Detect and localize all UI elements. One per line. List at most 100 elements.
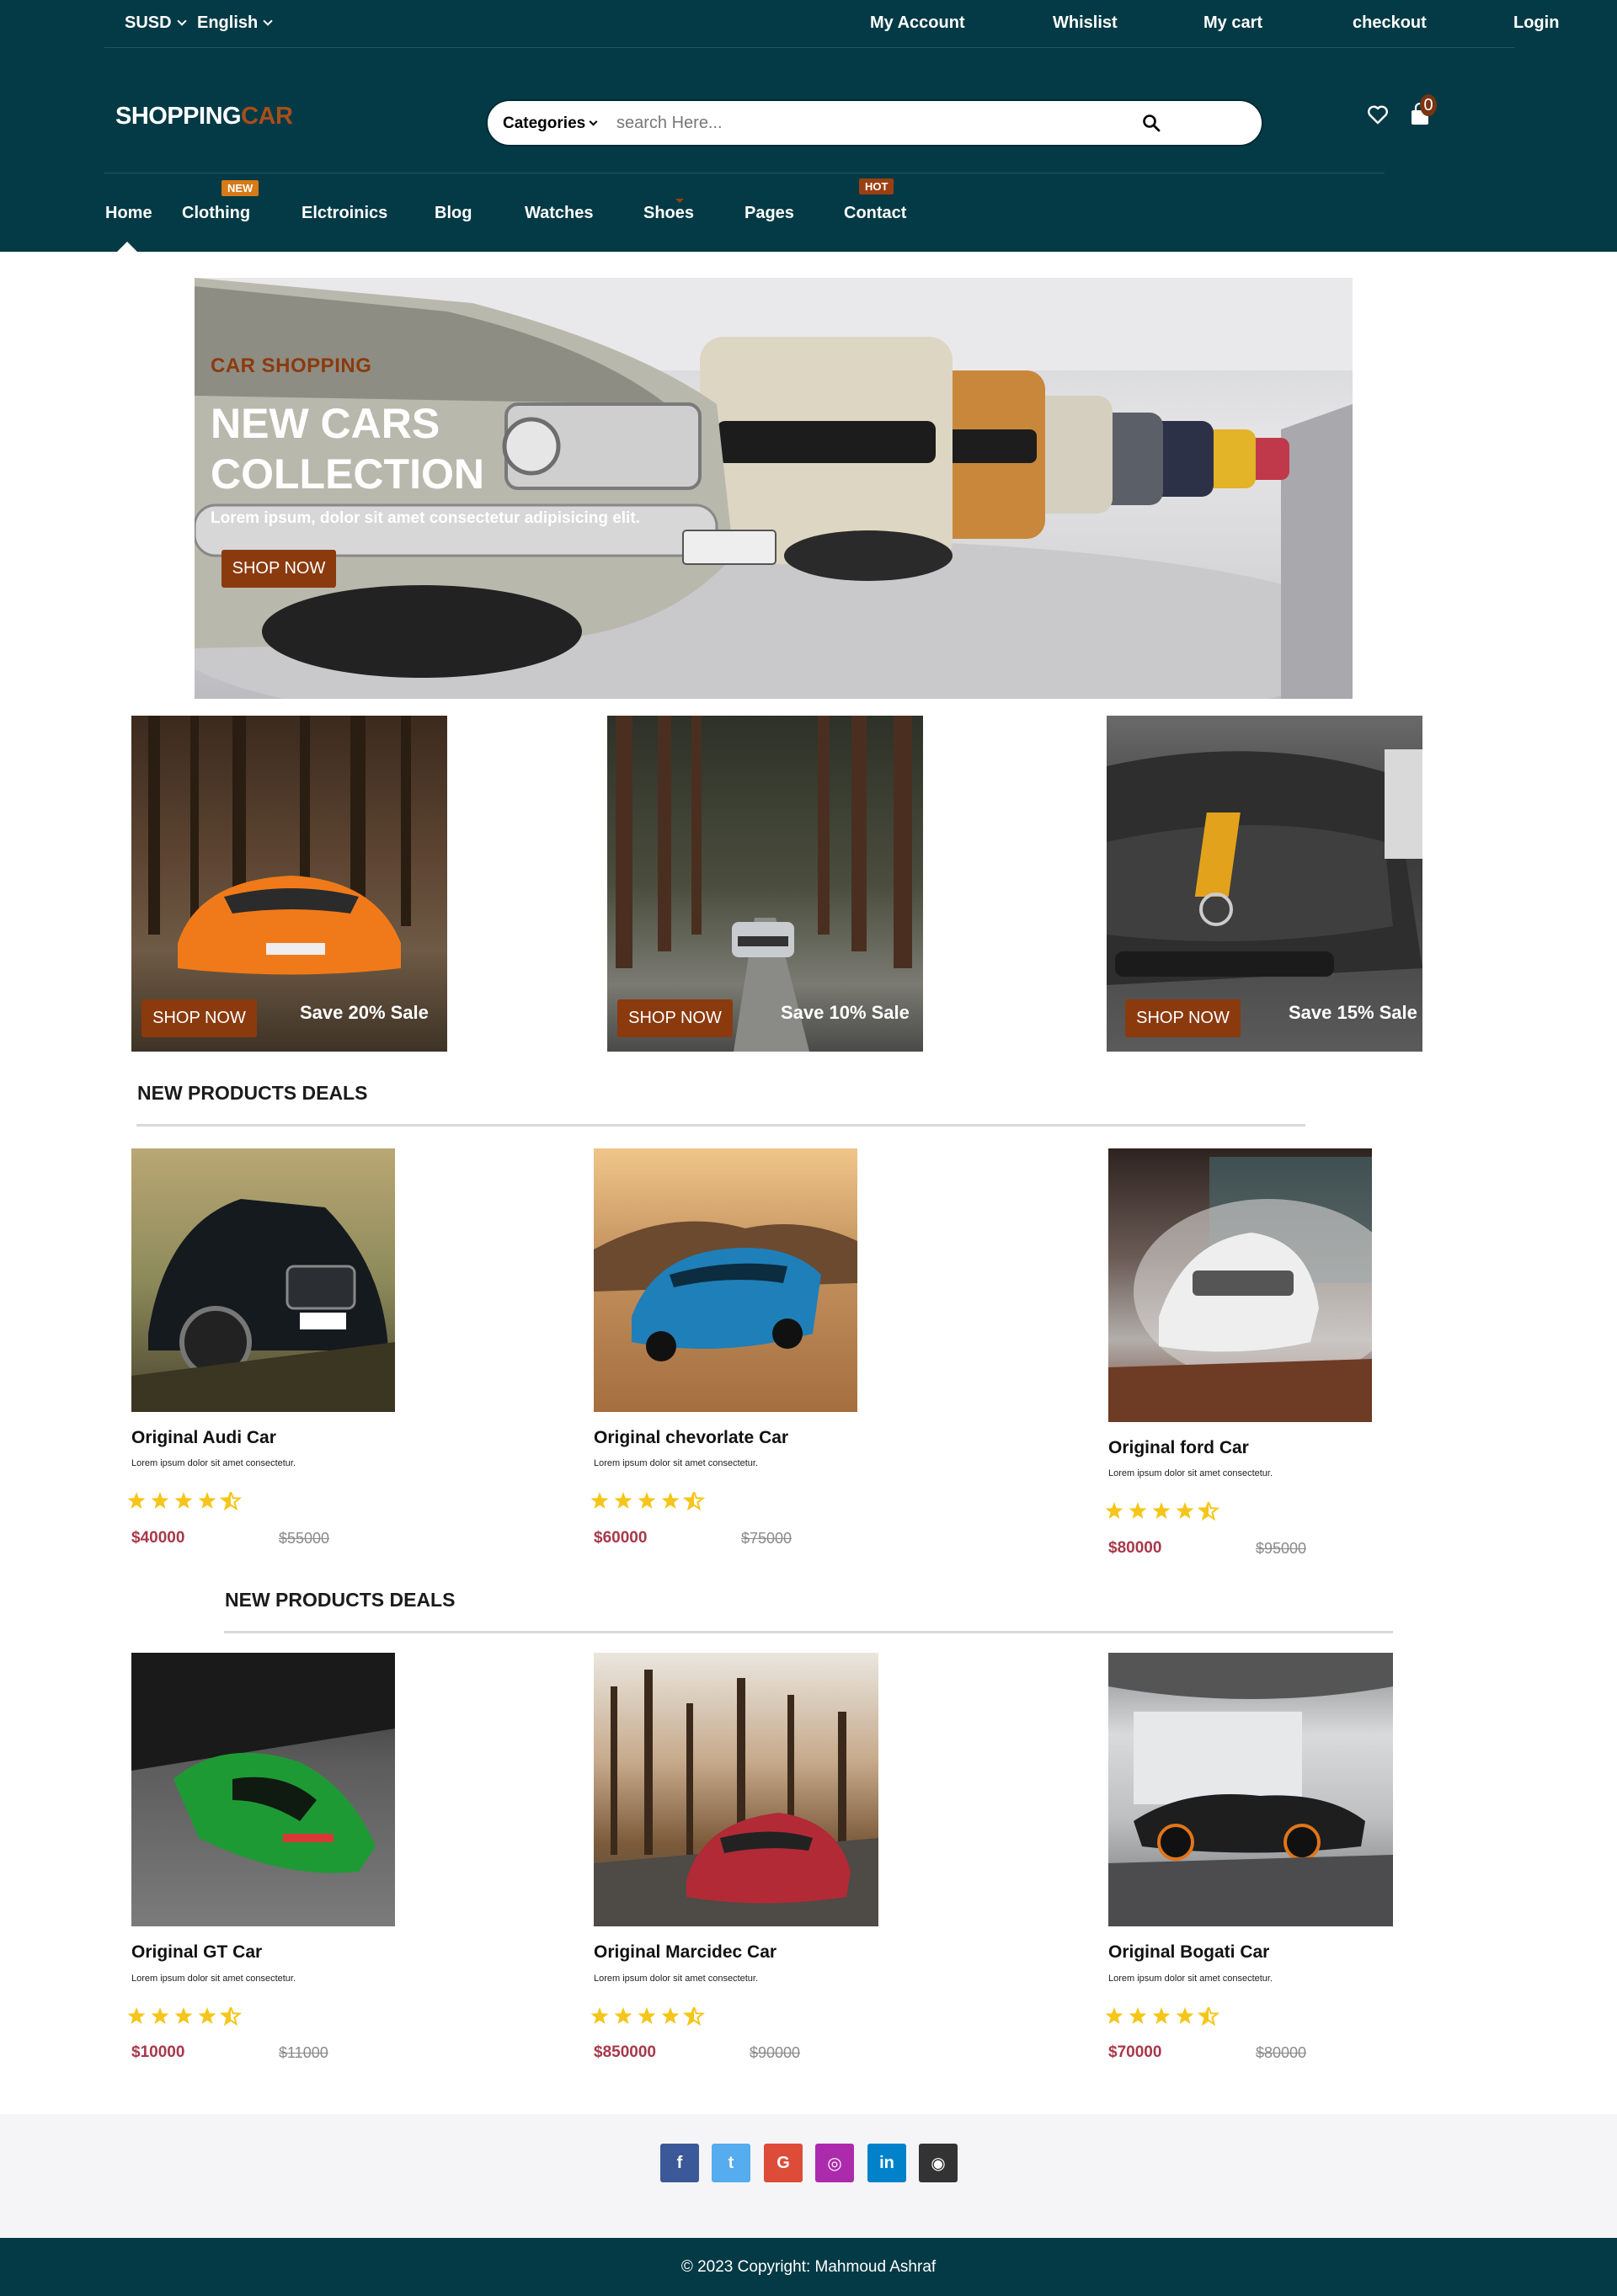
- rating-stars: [1105, 2007, 1220, 2026]
- nav-item-clothing[interactable]: Clothing: [182, 204, 250, 223]
- product-image-ford[interactable]: [1108, 1148, 1372, 1422]
- hero-banner: CAR SHOPPING NEW CARS COLLECTION Lorem i…: [195, 278, 1353, 699]
- cart-count-badge: 0: [1420, 94, 1437, 116]
- product-description: Lorem ipsum dolor sit amet consectetur.: [594, 1974, 759, 1984]
- star-icon: [151, 1492, 169, 1509]
- promo-shop-now-button[interactable]: SHOP NOW: [617, 999, 733, 1037]
- hero-title-line1: NEW CARS: [211, 400, 440, 447]
- active-nav-indicator: [117, 242, 137, 252]
- search-bar: Categories search Here...: [486, 99, 1263, 146]
- heart-icon[interactable]: [1367, 104, 1389, 125]
- star-icon: [127, 1492, 146, 1509]
- star-icon: [1129, 1502, 1147, 1519]
- site-logo[interactable]: SHOPPINGCAR: [115, 103, 293, 131]
- new-badge: NEW: [221, 180, 259, 196]
- product-description: Lorem ipsum dolor sit amet consectetur.: [131, 1458, 296, 1468]
- star-icon: [614, 2007, 632, 2024]
- product-name[interactable]: Original Bogati Car: [1108, 1942, 1269, 1963]
- instagram-icon[interactable]: ◎: [815, 2144, 854, 2182]
- product-old-price: $55000: [279, 1530, 330, 1547]
- product-description: Lorem ipsum dolor sit amet consectetur.: [131, 1974, 296, 1984]
- my-account-link[interactable]: My Account: [870, 13, 965, 33]
- twitter-icon[interactable]: t: [712, 2144, 750, 2182]
- currency-select[interactable]: SUSD: [125, 13, 187, 33]
- login-link[interactable]: Login: [1513, 13, 1559, 33]
- product-image-chevrolet[interactable]: [594, 1148, 857, 1412]
- language-select[interactable]: English: [197, 13, 273, 33]
- nav-item-blog[interactable]: Blog: [435, 204, 472, 223]
- section-divider: [224, 1631, 1393, 1633]
- nav-item-home[interactable]: Home: [105, 204, 152, 223]
- rating-stars: [1105, 1502, 1220, 1521]
- product-image-bugatti[interactable]: [1108, 1653, 1393, 1926]
- my-cart-link[interactable]: My cart: [1203, 13, 1262, 33]
- site-header: SUSD English My Account Whislist My cart…: [0, 0, 1617, 252]
- product-image-gt[interactable]: [131, 1653, 395, 1926]
- facebook-icon[interactable]: f: [660, 2144, 699, 2182]
- star-icon: [614, 1492, 632, 1509]
- star-icon: [661, 2007, 680, 2024]
- copyright-text: © 2023 Copyright: Mahmoud Ashraf: [680, 2258, 937, 2276]
- promo-card: SHOP NOW Save 15% Sale: [1107, 716, 1422, 1052]
- categories-dropdown[interactable]: Categories: [503, 115, 598, 133]
- search-icon[interactable]: [1141, 113, 1161, 133]
- promo-card: SHOP NOW Save 20% Sale: [131, 716, 447, 1052]
- promo-sale-label: Save 20% Sale: [300, 1002, 429, 1023]
- product-old-price: $75000: [741, 1530, 792, 1547]
- product-price: $40000: [131, 1529, 185, 1547]
- product-name[interactable]: Original ford Car: [1108, 1438, 1249, 1458]
- promo-card: SHOP NOW Save 10% Sale: [607, 716, 923, 1052]
- topbar-divider: [104, 47, 1514, 48]
- section-title: NEW PRODUCTS DEALS: [137, 1082, 368, 1104]
- hero-shop-now-button[interactable]: SHOP NOW: [221, 550, 336, 588]
- rating-stars: [127, 1492, 243, 1510]
- star-icon: [1152, 1502, 1171, 1519]
- product-old-price: $80000: [1256, 2044, 1307, 2061]
- product-description: Lorem ipsum dolor sit amet consectetur.: [594, 1458, 759, 1468]
- product-image-audi[interactable]: [131, 1148, 395, 1412]
- product-price: $70000: [1108, 2043, 1162, 2061]
- product-image-mercedes[interactable]: [594, 1653, 878, 1926]
- product-old-price: $90000: [750, 2044, 801, 2061]
- nav-item-electronics[interactable]: Elctroinics: [302, 204, 387, 223]
- product-price: $10000: [131, 2043, 185, 2061]
- product-name[interactable]: Original Marcidec Car: [594, 1942, 776, 1963]
- product-old-price: $95000: [1256, 1540, 1307, 1557]
- product-price: $60000: [594, 1529, 648, 1547]
- nav-item-watches[interactable]: Watches: [525, 204, 594, 223]
- github-icon[interactable]: ◉: [919, 2144, 958, 2182]
- search-input[interactable]: search Here...: [616, 114, 723, 133]
- star-icon: [1176, 2007, 1194, 2024]
- promo-shop-now-button[interactable]: SHOP NOW: [141, 999, 257, 1037]
- star-icon: [661, 1492, 680, 1509]
- hero-eyebrow: CAR SHOPPING: [211, 354, 372, 377]
- product-name[interactable]: Original chevorlate Car: [594, 1428, 788, 1448]
- linkedin-icon[interactable]: in: [867, 2144, 906, 2182]
- promo-sale-label: Save 15% Sale: [1289, 1002, 1417, 1023]
- star-icon: [638, 2007, 656, 2024]
- checkout-link[interactable]: checkout: [1353, 13, 1427, 33]
- star-icon: [174, 1492, 193, 1509]
- section-divider: [136, 1124, 1305, 1127]
- product-price: $80000: [1108, 1539, 1162, 1557]
- star-icon: [151, 2007, 169, 2024]
- nav-item-pages[interactable]: Pages: [744, 204, 794, 223]
- star-icon: [590, 2007, 609, 2024]
- product-name[interactable]: Original Audi Car: [131, 1428, 276, 1448]
- hero-title-line2: COLLECTION: [211, 450, 484, 498]
- star-icon: [198, 1492, 216, 1509]
- star-icon: [1152, 2007, 1171, 2024]
- hero-text: Lorem ipsum, dolor sit amet consectetur …: [211, 509, 640, 527]
- social-section: [0, 2114, 1617, 2238]
- star-icon: [198, 2007, 216, 2024]
- wishlist-link[interactable]: Whislist: [1053, 13, 1118, 33]
- product-name[interactable]: Original GT Car: [131, 1942, 262, 1963]
- shoes-marker: [675, 199, 684, 203]
- product-old-price: $11000: [279, 2044, 328, 2061]
- nav-item-shoes[interactable]: Shoes: [643, 204, 694, 223]
- nav-item-contact[interactable]: Contact: [844, 204, 906, 223]
- rating-stars: [127, 2007, 243, 2026]
- google-icon[interactable]: G: [764, 2144, 803, 2182]
- star-icon: [638, 1492, 656, 1509]
- promo-shop-now-button[interactable]: SHOP NOW: [1125, 999, 1241, 1037]
